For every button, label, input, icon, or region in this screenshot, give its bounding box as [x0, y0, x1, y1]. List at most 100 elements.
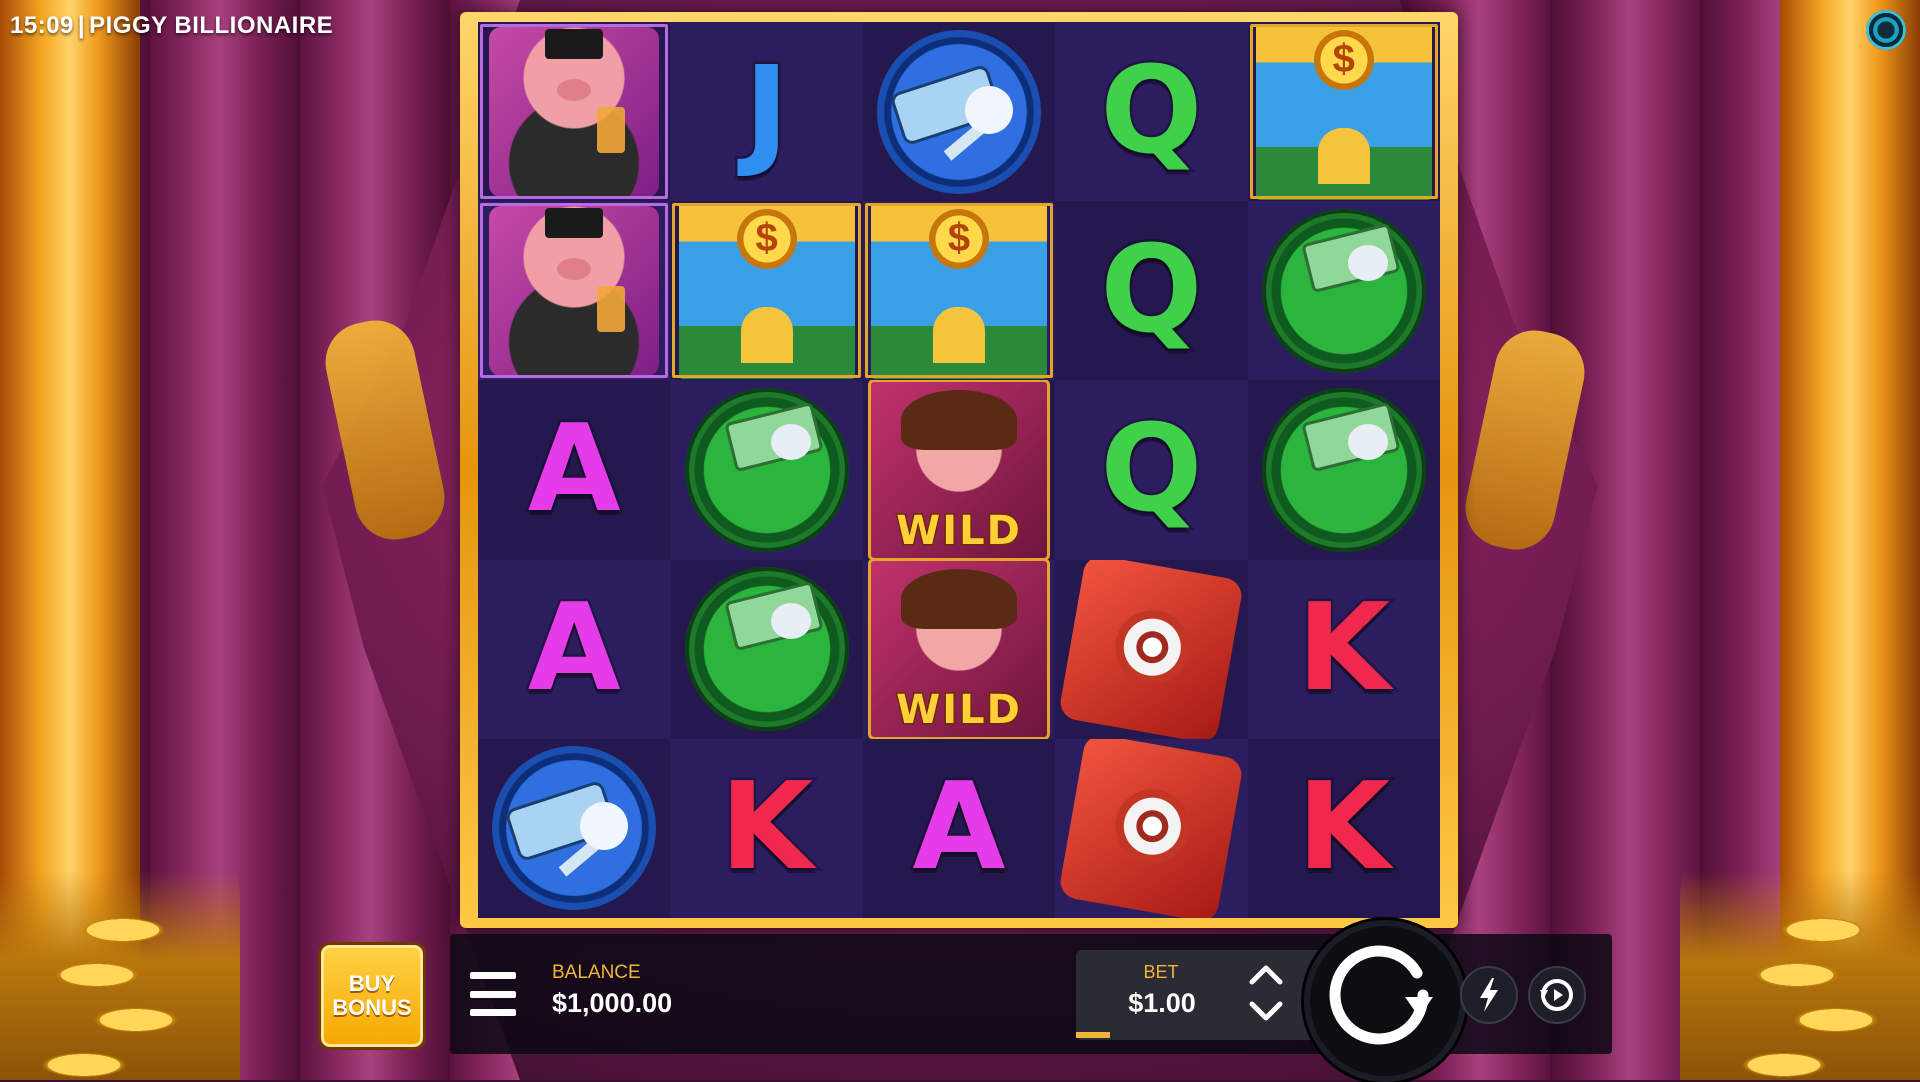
reel-cell: [478, 738, 671, 918]
reel-cell: J: [670, 22, 863, 202]
symbol-k: K: [1295, 758, 1393, 898]
bank-coin-icon: $: [1313, 29, 1374, 90]
chevron-up-icon[interactable]: [1248, 962, 1284, 988]
wild-pig-hair: [900, 569, 1017, 630]
reel-cell: [478, 201, 671, 381]
reel-cell: K: [670, 738, 863, 918]
wallet-pig-face: [1347, 244, 1388, 281]
symbol-q: Q: [1098, 399, 1205, 539]
turbo-button[interactable]: [1460, 966, 1518, 1024]
pig-top-hat: [545, 28, 604, 59]
reel-cell: [1247, 201, 1440, 381]
money-wallet-symbol: [684, 567, 849, 732]
reel-cell: $: [862, 201, 1056, 381]
pig-snout: [557, 257, 592, 280]
money-wallet-symbol: [1261, 387, 1426, 552]
wild-label: WILD: [895, 686, 1022, 735]
symbol-a: A: [910, 758, 1008, 898]
reel-cell: [1247, 380, 1440, 560]
reel-cell: Q: [1055, 22, 1248, 202]
reel-cell: WILD: [862, 559, 1056, 739]
buy-bonus-button[interactable]: BUY BONUS: [318, 942, 426, 1050]
reel-cell: $: [1247, 22, 1440, 202]
left-curtain-tieback: [318, 313, 452, 547]
bank-symbol: $: [870, 202, 1047, 379]
symbol-a: A: [525, 399, 623, 539]
game-title-bar: 15:09 | PIGGY BILLIONAIRE: [10, 12, 333, 40]
symbol-k: K: [718, 758, 816, 898]
right-coin-pile: [1680, 780, 1920, 1080]
spin-arrow-icon: [1329, 945, 1433, 1045]
money-wallet-symbol: [684, 387, 849, 552]
balance-label: BALANCE: [552, 962, 641, 983]
reel-cell: Q: [1055, 201, 1248, 381]
reel-cell: Q: [1055, 380, 1248, 560]
wild-symbol: WILD: [867, 380, 1050, 560]
pig-snout: [557, 78, 592, 101]
reel-cell: A: [862, 738, 1056, 918]
car-key-symbol: [492, 746, 657, 911]
symbol-a: A: [525, 579, 623, 719]
reel-cell: WILD: [862, 380, 1056, 560]
spin-button[interactable]: [1304, 920, 1466, 1082]
autoplay-icon: [1540, 979, 1573, 1011]
clock-time: 15:09: [10, 12, 74, 39]
wild-label: WILD: [895, 507, 1022, 556]
reel-cell: $: [670, 201, 863, 381]
symbol-k: K: [1295, 579, 1393, 719]
bank-symbol: $: [678, 202, 855, 379]
menu-line: [470, 990, 516, 998]
safe-dial-icon: [1109, 604, 1196, 691]
money-wallet-symbol: [1261, 208, 1426, 373]
menu-line: [470, 1009, 516, 1016]
bet-value: $1.00: [1128, 988, 1196, 1018]
menu-line: [470, 972, 516, 979]
chevron-down-icon[interactable]: [1248, 998, 1284, 1024]
pig-tycoon-symbol: [489, 205, 660, 376]
reel-cell: [670, 380, 863, 560]
key-pig-head: [964, 85, 1013, 134]
bank-door: [932, 306, 985, 363]
lightning-icon: [1480, 978, 1498, 1012]
wallet-pig-face: [770, 603, 811, 640]
reel-cell: [1055, 738, 1248, 918]
pig-champagne-glass: [597, 285, 626, 332]
reel-cell: [1055, 559, 1248, 739]
symbol-q: Q: [1098, 41, 1205, 181]
wild-pig-hair: [900, 390, 1017, 450]
bank-door: [1317, 127, 1370, 184]
pig-top-hat: [545, 207, 604, 238]
reel-grid: J Q $ $ $ Q A WILD Q A WILD K K A K: [478, 22, 1440, 918]
symbol-q: Q: [1098, 220, 1205, 360]
provider-logo-icon[interactable]: [1866, 10, 1906, 50]
autoplay-button[interactable]: [1528, 966, 1586, 1024]
buy-bonus-line2: BONUS: [332, 995, 412, 1020]
bank-coin-icon: $: [736, 208, 797, 269]
right-curtain-tieback: [1458, 323, 1592, 557]
bet-level-indicator: [1076, 1032, 1110, 1038]
bank-symbol: $: [1255, 23, 1432, 200]
reel-cell: K: [1247, 559, 1440, 739]
game-title: PIGGY BILLIONAIRE: [89, 12, 334, 39]
bet-label: BET: [1143, 962, 1179, 982]
buy-bonus-line1: BUY: [348, 971, 396, 996]
key-pig-head: [580, 802, 629, 851]
bank-door: [740, 306, 793, 363]
reel-cell: [862, 22, 1056, 202]
car-key-symbol: [876, 29, 1041, 194]
left-coin-pile: [0, 780, 240, 1080]
reel-cell: K: [1247, 738, 1440, 918]
wild-symbol: WILD: [867, 559, 1050, 739]
title-separator: |: [77, 12, 86, 39]
safe-symbol: [1058, 559, 1245, 739]
pig-champagne-glass: [597, 106, 626, 153]
safe-symbol: [1058, 738, 1245, 918]
wallet-pig-face: [770, 423, 811, 460]
pig-tycoon-symbol: [489, 26, 660, 197]
wallet-pig-face: [1347, 423, 1388, 460]
balance-value: $1,000.00: [552, 988, 673, 1018]
safe-dial-icon: [1109, 783, 1196, 870]
bank-coin-icon: $: [928, 208, 989, 269]
reel-cell: [670, 559, 863, 739]
hamburger-menu-icon[interactable]: [470, 972, 516, 1016]
